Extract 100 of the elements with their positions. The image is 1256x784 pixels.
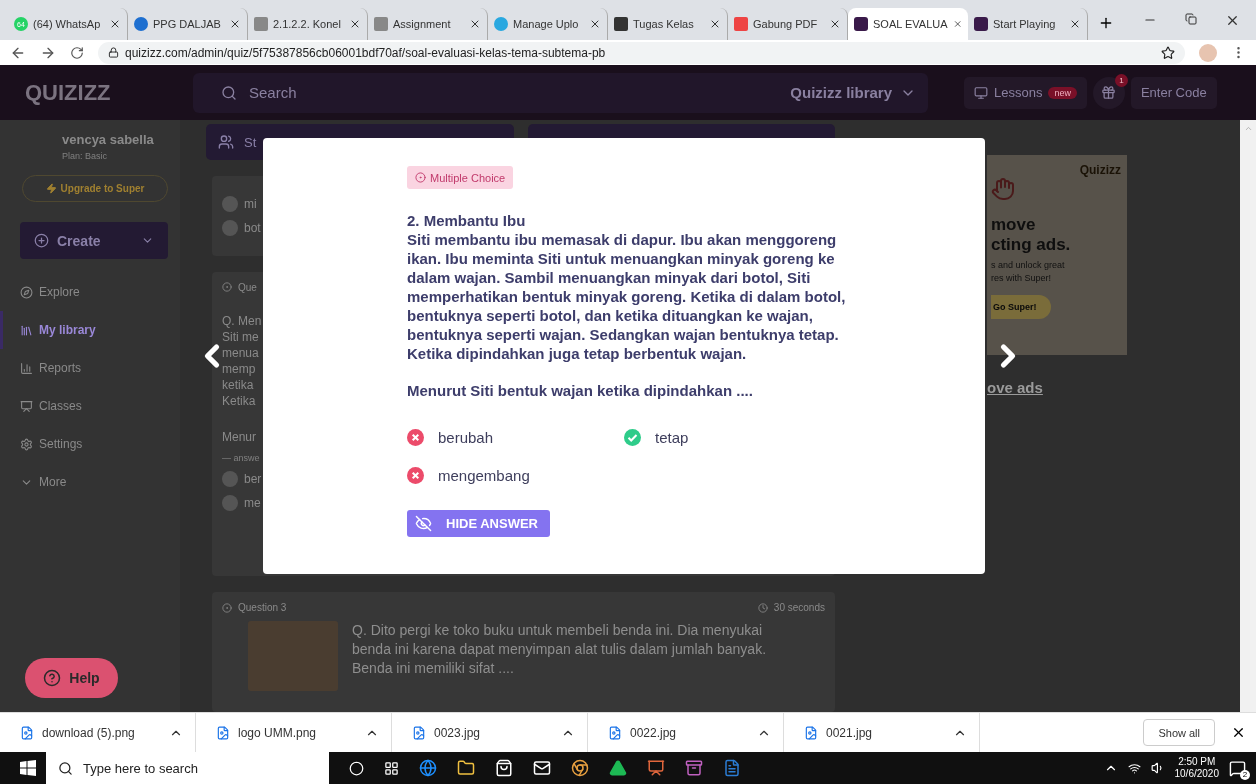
image-file-icon xyxy=(804,725,818,740)
notification-badge: 1 xyxy=(1114,73,1128,87)
browser-tab[interactable]: SOAL EVALUA xyxy=(848,8,968,40)
nav-item[interactable]: Settings xyxy=(0,425,180,463)
answers-label: — answe xyxy=(222,452,260,463)
download-item[interactable]: 0023.jpg xyxy=(434,725,553,740)
question-label: Que xyxy=(238,281,257,293)
image-file-icon xyxy=(608,725,622,740)
document-icon[interactable] xyxy=(723,759,741,777)
lessons-button[interactable]: Lessons new xyxy=(964,76,1087,109)
site-icon xyxy=(134,17,148,31)
windows-logo-icon[interactable] xyxy=(20,760,36,776)
nav-icon xyxy=(20,323,33,337)
search-icon xyxy=(221,84,237,101)
question-type-tag: Multiple Choice xyxy=(407,166,514,189)
triangle-icon[interactable] xyxy=(609,759,627,777)
clock-icon xyxy=(757,602,768,613)
close-icon[interactable] xyxy=(109,18,121,30)
close-icon[interactable] xyxy=(349,18,361,30)
question-text: menua xyxy=(222,344,259,361)
close-icon[interactable] xyxy=(1231,725,1246,740)
search-icon xyxy=(58,760,73,776)
nav-icon xyxy=(20,437,33,451)
user-name: vencya sabella xyxy=(61,132,155,147)
network-icon[interactable] xyxy=(1127,761,1141,775)
nav-item[interactable]: Explore xyxy=(0,273,180,311)
close-icon[interactable] xyxy=(1069,18,1081,30)
target-icon xyxy=(222,282,232,293)
nav-item[interactable]: Reports xyxy=(0,349,180,387)
library-dropdown[interactable]: Quizizz library xyxy=(790,84,916,101)
nav-item[interactable]: My library xyxy=(0,311,180,349)
notification-icon[interactable] xyxy=(1229,759,1246,777)
create-button[interactable]: Create xyxy=(20,222,168,259)
question-text: Ketika xyxy=(222,392,256,409)
nav-icon xyxy=(20,399,33,413)
reload-icon[interactable] xyxy=(70,45,84,60)
address-field[interactable]: quizizz.com/admin/quiz/5f75387856cb06001bdf70af/soal-evaluasi-kelas-tema-subtema-pb xyxy=(98,41,1185,64)
download-item[interactable]: download (5).png xyxy=(42,725,161,740)
notification-count: 2 xyxy=(1240,769,1250,780)
download-item[interactable]: logo UMM.png xyxy=(238,725,357,740)
download-item[interactable]: 0021.jpg xyxy=(826,725,945,740)
search-field[interactable]: Search xyxy=(249,84,297,101)
option-dot xyxy=(222,195,238,212)
ad-headline: move xyxy=(991,215,1037,235)
hand-icon xyxy=(991,177,1015,201)
slides-icon[interactable] xyxy=(647,759,665,777)
nav-item[interactable]: Classes xyxy=(0,387,180,425)
answer-text: mengembang xyxy=(438,467,530,484)
lock-icon xyxy=(108,47,119,58)
hide-answer-button[interactable]: HIDE ANSWER xyxy=(407,510,550,537)
question-text: Siti me xyxy=(222,328,259,345)
nav-icon xyxy=(20,361,33,375)
lightning-icon xyxy=(45,183,57,194)
close-icon[interactable] xyxy=(1225,13,1240,28)
close-icon[interactable] xyxy=(709,18,721,30)
option-text: ber xyxy=(244,471,262,486)
star-icon[interactable] xyxy=(1161,45,1175,60)
download-item[interactable]: 0022.jpg xyxy=(630,725,749,740)
cortana-icon[interactable] xyxy=(349,760,364,776)
plan-label: Plan: Basic xyxy=(61,151,109,161)
nav-item[interactable]: More xyxy=(0,463,180,501)
close-icon[interactable] xyxy=(229,18,241,30)
browser-icon[interactable] xyxy=(419,759,437,777)
mail-icon[interactable] xyxy=(533,759,551,777)
chrome-icon[interactable] xyxy=(571,759,589,777)
site-icon xyxy=(734,17,748,31)
show-all-button[interactable]: Show all xyxy=(1143,719,1215,746)
eye-off-icon xyxy=(415,515,432,532)
go-super-button[interactable]: Go Super! xyxy=(991,295,1051,319)
question-text: Siti membantu ibu memasak di dapur. Ibu akan menggoreng ikan. Ibu meminta Siti untuk menuangkan minyak goreng ke dalam wajan. Sambil menuangkan minyak dari botol, Siti memperhatikan bentuk minyak goreng. Ketika di dalam botol, bentuknya seperti botol, dan ketika dituangkan ke wajan, bentuknya seperti wajan. Sedangkan wajan bentuknya tetap. Ketika dipindahkan juga tetap berbentuk wajan. xyxy=(407,230,847,363)
plus-circle-icon xyxy=(34,233,49,248)
option-text: mi xyxy=(244,196,257,211)
image-file-icon xyxy=(20,725,34,740)
question-title: 2. Membantu Ibu xyxy=(407,211,526,230)
help-button[interactable]: Help xyxy=(25,658,118,698)
target-icon xyxy=(415,172,426,183)
new-tab-icon[interactable] xyxy=(1098,15,1114,31)
close-icon[interactable] xyxy=(589,18,601,30)
close-icon[interactable] xyxy=(829,18,841,30)
archive-icon[interactable] xyxy=(685,759,703,777)
new-badge: new xyxy=(1048,86,1077,99)
restore-icon[interactable] xyxy=(1185,13,1197,25)
store-icon[interactable] xyxy=(495,759,513,777)
option-dot xyxy=(222,219,238,236)
task-view-icon[interactable] xyxy=(384,760,399,776)
image-file-icon xyxy=(216,725,230,740)
remove-ads-link[interactable]: ove ads xyxy=(987,379,1127,396)
site-icon xyxy=(854,17,868,31)
question-text: Q. Dito pergi ke toko buku untuk membeli benda ini. Dia menyukai benda ini karena dapat menyimpan alat tulis dalam jumlah banyak. Benda ini memiliki sifat .... xyxy=(352,621,768,679)
enter-code-button[interactable]: Enter Code xyxy=(1130,76,1217,109)
clock-display[interactable]: 2:50 PM 10/6/2020 xyxy=(1174,756,1219,780)
help-icon xyxy=(43,669,62,687)
time-label: 30 seconds xyxy=(773,602,825,614)
option-text: me xyxy=(244,495,261,510)
question-text: memp xyxy=(222,360,256,377)
gift-button[interactable]: 1 xyxy=(1092,76,1125,109)
question-text: Q. Men xyxy=(222,312,262,329)
folder-icon[interactable] xyxy=(457,759,475,777)
close-icon[interactable] xyxy=(469,18,481,30)
url-text: quizizz.com/admin/quiz/5f75387856cb06001bdf70af/soal-evaluasi-kelas-tema-subtema-pb xyxy=(125,45,606,60)
